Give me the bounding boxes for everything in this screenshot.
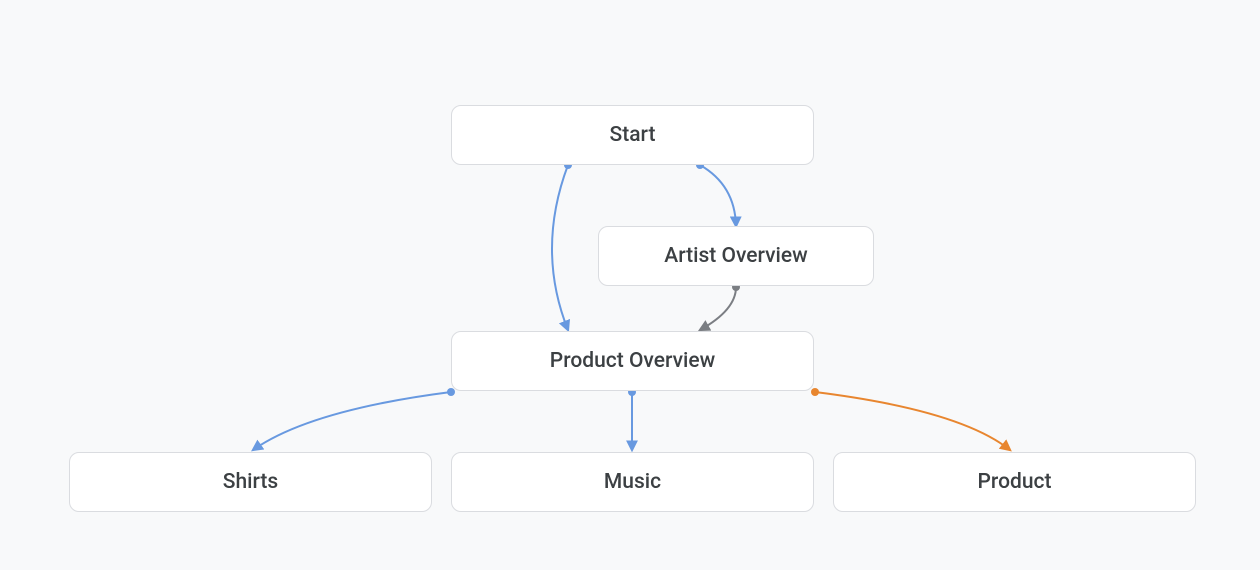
node-label: Music <box>604 470 661 494</box>
node-music[interactable]: Music <box>451 452 814 512</box>
node-shirts[interactable]: Shirts <box>69 452 432 512</box>
node-product[interactable]: Product <box>833 452 1196 512</box>
node-product-overview[interactable]: Product Overview <box>451 331 814 391</box>
node-label: Artist Overview <box>664 244 807 268</box>
node-start[interactable]: Start <box>451 105 814 165</box>
node-label: Product <box>978 470 1052 494</box>
node-label: Product Overview <box>550 349 715 373</box>
node-artist-overview[interactable]: Artist Overview <box>598 226 874 286</box>
node-label: Start <box>610 123 656 147</box>
node-label: Shirts <box>223 470 278 494</box>
